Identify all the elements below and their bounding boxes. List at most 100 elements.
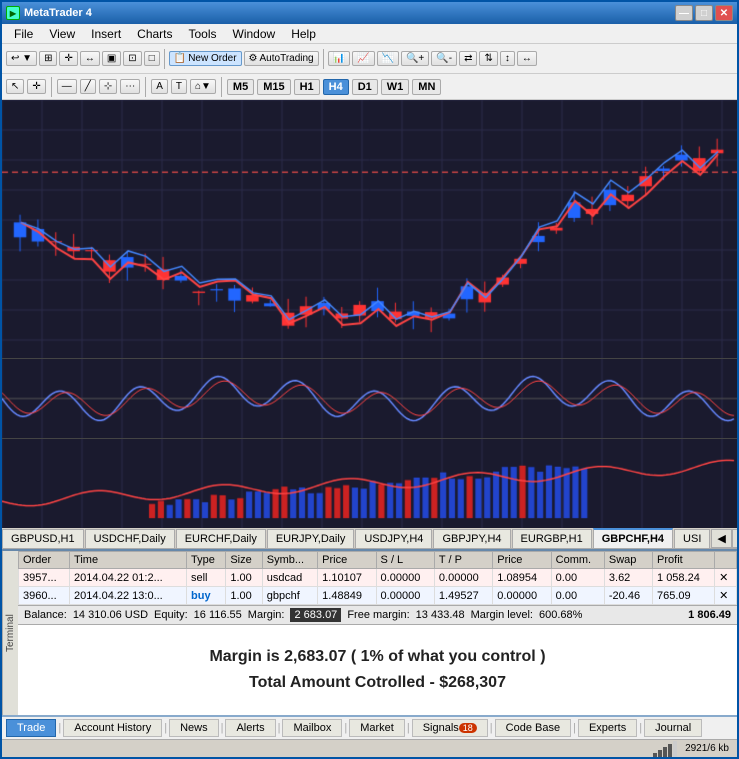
text-tool[interactable]: A [151, 79, 168, 94]
terminal-content: Order Time Type Size Symb... Price S / L… [18, 551, 737, 715]
new-order-icon: 📋 [174, 53, 186, 64]
tab-sep5: | [344, 722, 347, 734]
chart-tab-eurchf[interactable]: EURCHF,Daily [176, 529, 266, 548]
col-symbol: Symb... [262, 552, 317, 569]
chart-tab-prev[interactable]: ◀ [711, 529, 731, 548]
menu-bar: File View Insert Charts Tools Window Hel… [2, 24, 737, 44]
tab-signals[interactable]: Signals18 [412, 719, 488, 737]
window-controls[interactable]: — □ ✕ [675, 5, 733, 21]
col-size: Size [226, 552, 262, 569]
tf-mn[interactable]: MN [412, 79, 441, 95]
toolbar-zoom5[interactable]: 🔍- [431, 51, 457, 66]
app-icon: ▶ [6, 6, 20, 20]
menu-help[interactable]: Help [283, 25, 324, 43]
maximize-button[interactable]: □ [695, 5, 713, 21]
cell-swap: 3.62 [604, 569, 652, 587]
table-header-row: Order Time Type Size Symb... Price S / L… [19, 552, 737, 569]
menu-insert[interactable]: Insert [83, 25, 129, 43]
tab-news[interactable]: News [169, 719, 219, 737]
toolbar-btn2[interactable]: ⊞ [39, 51, 57, 66]
margin-value: 2 683.07 [290, 608, 341, 622]
toolbar-btn6[interactable]: ⊡ [123, 51, 141, 66]
menu-file[interactable]: File [6, 25, 41, 43]
tab-alerts[interactable]: Alerts [225, 719, 275, 737]
crosshair-tool[interactable]: ✛ [27, 79, 45, 94]
toolbar-zoom1[interactable]: 📊 [328, 51, 350, 66]
chart-tab-gbpusd[interactable]: GBPUSD,H1 [2, 529, 84, 548]
draw-tool3[interactable]: ⋯ [120, 79, 140, 94]
toolbar-zoom2[interactable]: 📈 [352, 51, 374, 66]
tf-w1[interactable]: W1 [381, 79, 410, 95]
cell-profit: 765.09 [653, 587, 715, 605]
tab-sep7: | [490, 722, 493, 734]
cell-time: 2014.04.22 13:0... [70, 587, 187, 605]
menu-view[interactable]: View [41, 25, 83, 43]
toolbar-btn3[interactable]: ✛ [59, 51, 77, 66]
toolbar-zoom3[interactable]: 📉 [377, 51, 399, 66]
text-tool2[interactable]: T [171, 79, 187, 94]
tab-account-history[interactable]: Account History [63, 719, 162, 737]
cell-time: 2014.04.22 01:2... [70, 569, 187, 587]
tf-h1[interactable]: H1 [294, 79, 320, 95]
cell-sl: 0.00000 [376, 587, 434, 605]
toolbar-zoom4[interactable]: 🔍+ [401, 51, 429, 66]
chart-main[interactable] [2, 100, 737, 358]
indicator-chart-canvas[interactable] [2, 359, 737, 438]
cell-close[interactable]: ✕ [715, 569, 737, 587]
col-tp: T / P [434, 552, 492, 569]
toolbar-2: ↖ ✛ — ╱ ⊹ ⋯ A T ⌂▼ M5 M15 H1 H4 D1 W1 MN [2, 74, 737, 100]
cell-open-price: 1.10107 [318, 569, 376, 587]
toolbar-prop3[interactable]: ↕ [500, 51, 515, 66]
chart-tab-gbpjpy[interactable]: GBPJPY,H4 [433, 529, 510, 548]
chart-tab-eurjpy[interactable]: EURJPY,Daily [267, 529, 355, 548]
free-margin-value: 13 433.48 [416, 609, 465, 621]
toolbar-prop4[interactable]: ↔ [517, 51, 537, 66]
tab-codebase[interactable]: Code Base [495, 719, 571, 737]
tab-journal[interactable]: Journal [644, 719, 702, 737]
chart-tab-usdjpy[interactable]: USDJPY,H4 [355, 529, 432, 548]
chart-tab-gbpchf[interactable]: GBPCHF,H4 [593, 528, 673, 548]
menu-tools[interactable]: Tools [181, 25, 225, 43]
toolbar-prop[interactable]: ⇄ [459, 51, 477, 66]
close-button[interactable]: ✕ [715, 5, 733, 21]
menu-window[interactable]: Window [225, 25, 284, 43]
chart-tab-usdchf[interactable]: USDCHF,Daily [85, 529, 175, 548]
tb2-sep3 [221, 77, 222, 97]
main-chart-canvas[interactable] [2, 100, 737, 358]
info-line2: Total Amount Cotrolled - $268,307 [249, 674, 506, 692]
tab-mailbox[interactable]: Mailbox [282, 719, 342, 737]
draw-tool[interactable]: ╱ [80, 79, 96, 94]
cursor-tool[interactable]: ↖ [6, 79, 24, 94]
tf-m5[interactable]: M5 [227, 79, 254, 95]
shape-tool[interactable]: ⌂▼ [190, 79, 216, 94]
tb2-sep2 [145, 77, 146, 97]
tab-experts[interactable]: Experts [578, 719, 637, 737]
tab-market[interactable]: Market [349, 719, 405, 737]
tf-h4[interactable]: H4 [323, 79, 349, 95]
tf-d1[interactable]: D1 [352, 79, 378, 95]
chart-tab-next[interactable]: ▶ [732, 529, 737, 548]
toolbar-prop2[interactable]: ⇅ [479, 51, 497, 66]
toolbar-btn7[interactable]: □ [144, 51, 160, 66]
col-price2: Price [493, 552, 551, 569]
chart-tab-usi[interactable]: USI [674, 529, 710, 548]
toolbar-btn4[interactable]: ↔ [80, 51, 100, 66]
toolbar-arrow[interactable]: ↩ ▼ [6, 51, 37, 66]
chart-tab-eurgbp[interactable]: EURGBP,H1 [512, 529, 592, 548]
tf-m15[interactable]: M15 [257, 79, 290, 95]
draw-tool2[interactable]: ⊹ [99, 79, 117, 94]
signal-icon [653, 741, 677, 757]
chart-sub-area[interactable] [2, 438, 737, 528]
new-order-button[interactable]: 📋 New Order [169, 51, 242, 66]
line-tool[interactable]: — [57, 79, 77, 94]
minimize-button[interactable]: — [675, 5, 693, 21]
tab-trade[interactable]: Trade [6, 719, 56, 737]
menu-charts[interactable]: Charts [129, 25, 180, 43]
col-swap: Swap [604, 552, 652, 569]
chart-area[interactable] [2, 100, 737, 528]
chart-indicator-area[interactable] [2, 358, 737, 438]
sub-chart-canvas[interactable] [2, 439, 737, 528]
toolbar-btn5[interactable]: ▣ [102, 51, 121, 66]
autotrading-button[interactable]: ⚙ AutoTrading [244, 51, 319, 66]
cell-close[interactable]: ✕ [715, 587, 737, 605]
